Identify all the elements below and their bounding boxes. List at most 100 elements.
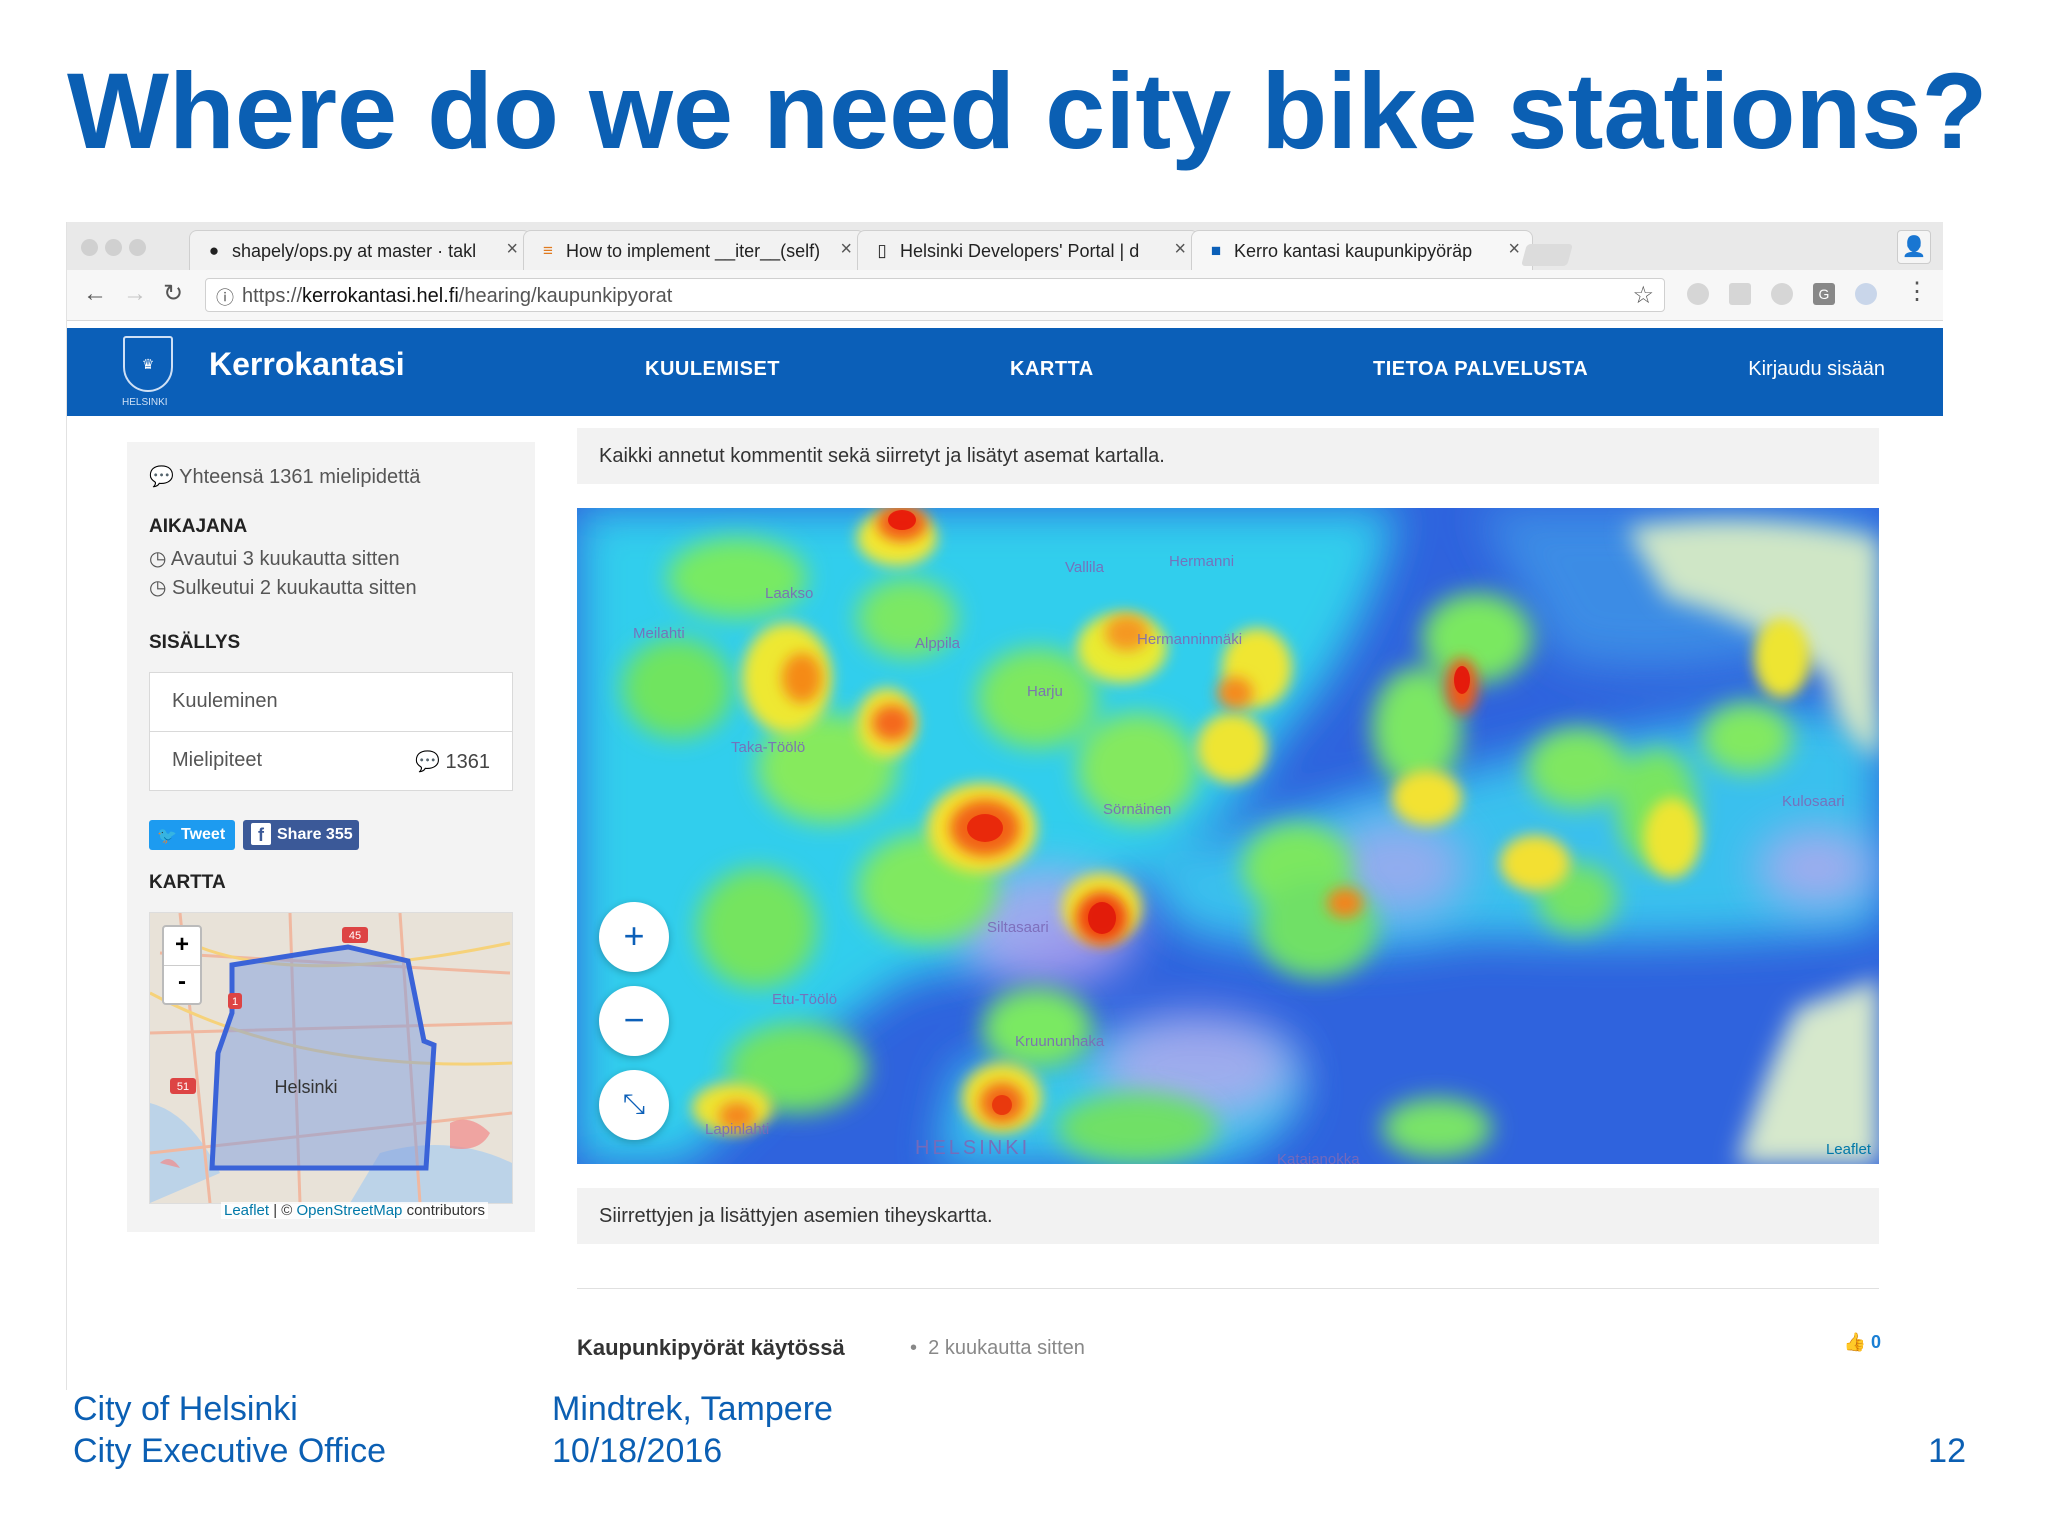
window-close-dot[interactable] xyxy=(81,239,98,256)
road-label: 51 xyxy=(177,1081,189,1093)
slide-number: 12 xyxy=(1928,1432,1966,1470)
profile-icon[interactable]: 👤 xyxy=(1897,230,1931,264)
contents-list: Kuuleminen Mielipiteet 💬 1361 xyxy=(149,672,513,791)
map-label: HELSINKI xyxy=(915,1137,1030,1159)
extension-icon[interactable] xyxy=(1687,283,1709,305)
map-intro-caption: Kaikki annetut kommentit sekä siirretyt … xyxy=(577,428,1879,484)
browser-window: ● shapely/ops.py at master · takl × ≡ Ho… xyxy=(66,222,1943,1390)
map-zoom-in-button[interactable]: + xyxy=(599,902,669,972)
toc-item-kuuleminen[interactable]: Kuuleminen xyxy=(150,673,512,732)
crest-label: HELSINKI xyxy=(122,397,168,408)
fullscreen-icon[interactable]: ⤡ xyxy=(599,1070,669,1140)
tweet-button[interactable]: 🐦 Tweet xyxy=(149,820,235,850)
tab-label: How to implement __iter__(self) xyxy=(566,241,821,261)
toc-count: 💬 1361 xyxy=(415,751,490,773)
leaflet-link[interactable]: Leaflet xyxy=(224,1202,269,1219)
tab-label: Helsinki Developers' Portal | d xyxy=(900,241,1140,261)
page-icon: ▯ xyxy=(877,241,887,260)
map-label: Hermanninmäki xyxy=(1137,631,1242,648)
footer-event: Mindtrek, Tampere 10/18/2016 xyxy=(552,1388,833,1472)
mini-map-tiles: 45 1 51 Helsinki xyxy=(150,913,512,1203)
minimap-city-label: Helsinki xyxy=(274,1077,337,1097)
info-icon: ⓘ xyxy=(216,288,234,308)
toc-label: Kuuleminen xyxy=(172,690,278,712)
opened-text: ◷ Avautui 3 kuukautta sitten xyxy=(149,548,400,570)
site-brand[interactable]: Kerrokantasi xyxy=(209,346,405,383)
comment-timestamp: • 2 kuukautta sitten xyxy=(910,1337,1085,1359)
grammarly-icon[interactable]: G xyxy=(1813,283,1835,305)
tab-close-icon[interactable]: × xyxy=(1174,238,1186,261)
map-label: Sörnäinen xyxy=(1103,801,1171,818)
map-label: Taka-Töölö xyxy=(731,739,805,756)
mini-map[interactable]: 45 1 51 Helsinki + - xyxy=(149,912,513,1204)
map-attribution: Leaflet | © OpenStreetMap contributors xyxy=(221,1202,488,1219)
tab-close-icon[interactable]: × xyxy=(1508,238,1520,261)
map-label: Meilahti xyxy=(633,625,685,642)
facebook-share-button[interactable]: f Share 355 xyxy=(243,820,359,850)
kerrokantasi-icon: ■ xyxy=(1210,241,1222,260)
map-label: Kulosaari xyxy=(1782,793,1845,810)
back-icon[interactable]: ← xyxy=(83,282,107,306)
site-header: ♛ HELSINKI Kerrokantasi KUULEMISET KARTT… xyxy=(67,328,1943,416)
footer-organization: City of Helsinki City Executive Office xyxy=(73,1388,386,1472)
browser-tab-developers-portal[interactable]: ▯ Helsinki Developers' Portal | d × xyxy=(857,230,1199,270)
road-label: 1 xyxy=(232,996,238,1008)
osm-link[interactable]: OpenStreetMap xyxy=(297,1202,403,1219)
bookmark-star-icon[interactable]: ☆ xyxy=(1632,281,1654,310)
tab-strip: ● shapely/ops.py at master · takl × ≡ Ho… xyxy=(67,222,1943,271)
extension-icon[interactable] xyxy=(1729,283,1751,305)
stackoverflow-icon: ≡ xyxy=(543,241,553,260)
twitter-icon: 🐦 xyxy=(157,828,177,845)
extension-icon[interactable] xyxy=(1855,283,1877,305)
caption-text: Kaikki annetut kommentit sekä siirretyt … xyxy=(599,445,1165,467)
minimap-zoom-control: + - xyxy=(162,925,202,1005)
login-link[interactable]: Kirjaudu sisään xyxy=(1748,358,1885,381)
divider xyxy=(577,1288,1879,1289)
extension-icon[interactable] xyxy=(1771,283,1793,305)
footer-event-line: Mindtrek, Tampere xyxy=(552,1390,833,1428)
share-label: Share 355 xyxy=(277,826,353,843)
comment-total: 💬 Yhteensä 1361 mielipidettä xyxy=(149,466,421,488)
window-minimize-dot[interactable] xyxy=(105,239,122,256)
like-button[interactable]: 👍 0 xyxy=(1844,1332,1881,1353)
nav-kartta[interactable]: KARTTA xyxy=(1010,358,1094,381)
map-zoom-out-button[interactable]: − xyxy=(599,986,669,1056)
window-zoom-dot[interactable] xyxy=(129,239,146,256)
minimap-zoom-out-button[interactable]: - xyxy=(164,966,200,1002)
map-label: Kruununhaka xyxy=(1015,1033,1105,1050)
map-label: Etu-Töölö xyxy=(772,991,837,1008)
heatmap-map[interactable]: Laakso Vallila Hermanni Meilahti Alppila… xyxy=(577,508,1879,1164)
speech-bubble-icon: 💬 xyxy=(415,751,440,773)
map-label: Laakso xyxy=(765,585,813,602)
map-label: Harju xyxy=(1027,683,1063,700)
toc-item-mielipiteet[interactable]: Mielipiteet 💬 1361 xyxy=(150,732,512,790)
tab-close-icon[interactable]: × xyxy=(840,238,852,261)
browser-tab-kerrokantasi[interactable]: ■ Kerro kantasi kaupunkipyöräp × xyxy=(1191,230,1533,270)
reload-icon[interactable]: ↻ xyxy=(163,282,183,306)
caption-text: Siirrettyjen ja lisättyjen asemien tihey… xyxy=(599,1205,993,1227)
comment-section-title: Kaupunkipyörät käytössä xyxy=(577,1335,845,1360)
map-label: Siltasaari xyxy=(987,919,1049,936)
address-bar[interactable]: ⓘ https://kerrokantasi.hel.fi/hearing/ka… xyxy=(205,278,1665,312)
timeline-heading: AIKAJANA xyxy=(149,516,248,537)
nav-kuulemiset[interactable]: KUULEMISET xyxy=(645,358,780,381)
forward-icon[interactable]: → xyxy=(123,282,147,306)
browser-tab-stackoverflow[interactable]: ≡ How to implement __iter__(self) × xyxy=(523,230,865,270)
slide-title: Where do we need city bike stations? xyxy=(67,50,1988,171)
clock-icon: ◷ xyxy=(149,577,167,599)
helsinki-crest-logo[interactable]: ♛ xyxy=(123,336,173,392)
menu-dots-icon[interactable]: ⋮ xyxy=(1905,280,1929,304)
map-label: Alppila xyxy=(915,635,961,652)
road-label: 45 xyxy=(349,930,361,942)
leaflet-attribution[interactable]: Leaflet xyxy=(1826,1141,1871,1158)
new-tab-button[interactable] xyxy=(1521,244,1573,266)
map-label: Hermanni xyxy=(1169,553,1234,570)
minimap-zoom-in-button[interactable]: + xyxy=(164,927,200,966)
facebook-icon: f xyxy=(251,823,271,845)
toc-label: Mielipiteet xyxy=(172,749,263,771)
map-label: Lapinlahti xyxy=(705,1121,769,1138)
browser-tab-github[interactable]: ● shapely/ops.py at master · takl × xyxy=(189,230,531,270)
footer-org-line: City of Helsinki xyxy=(73,1390,298,1428)
tab-close-icon[interactable]: × xyxy=(506,238,518,261)
nav-tietoa-palvelusta[interactable]: TIETOA PALVELUSTA xyxy=(1373,358,1588,381)
